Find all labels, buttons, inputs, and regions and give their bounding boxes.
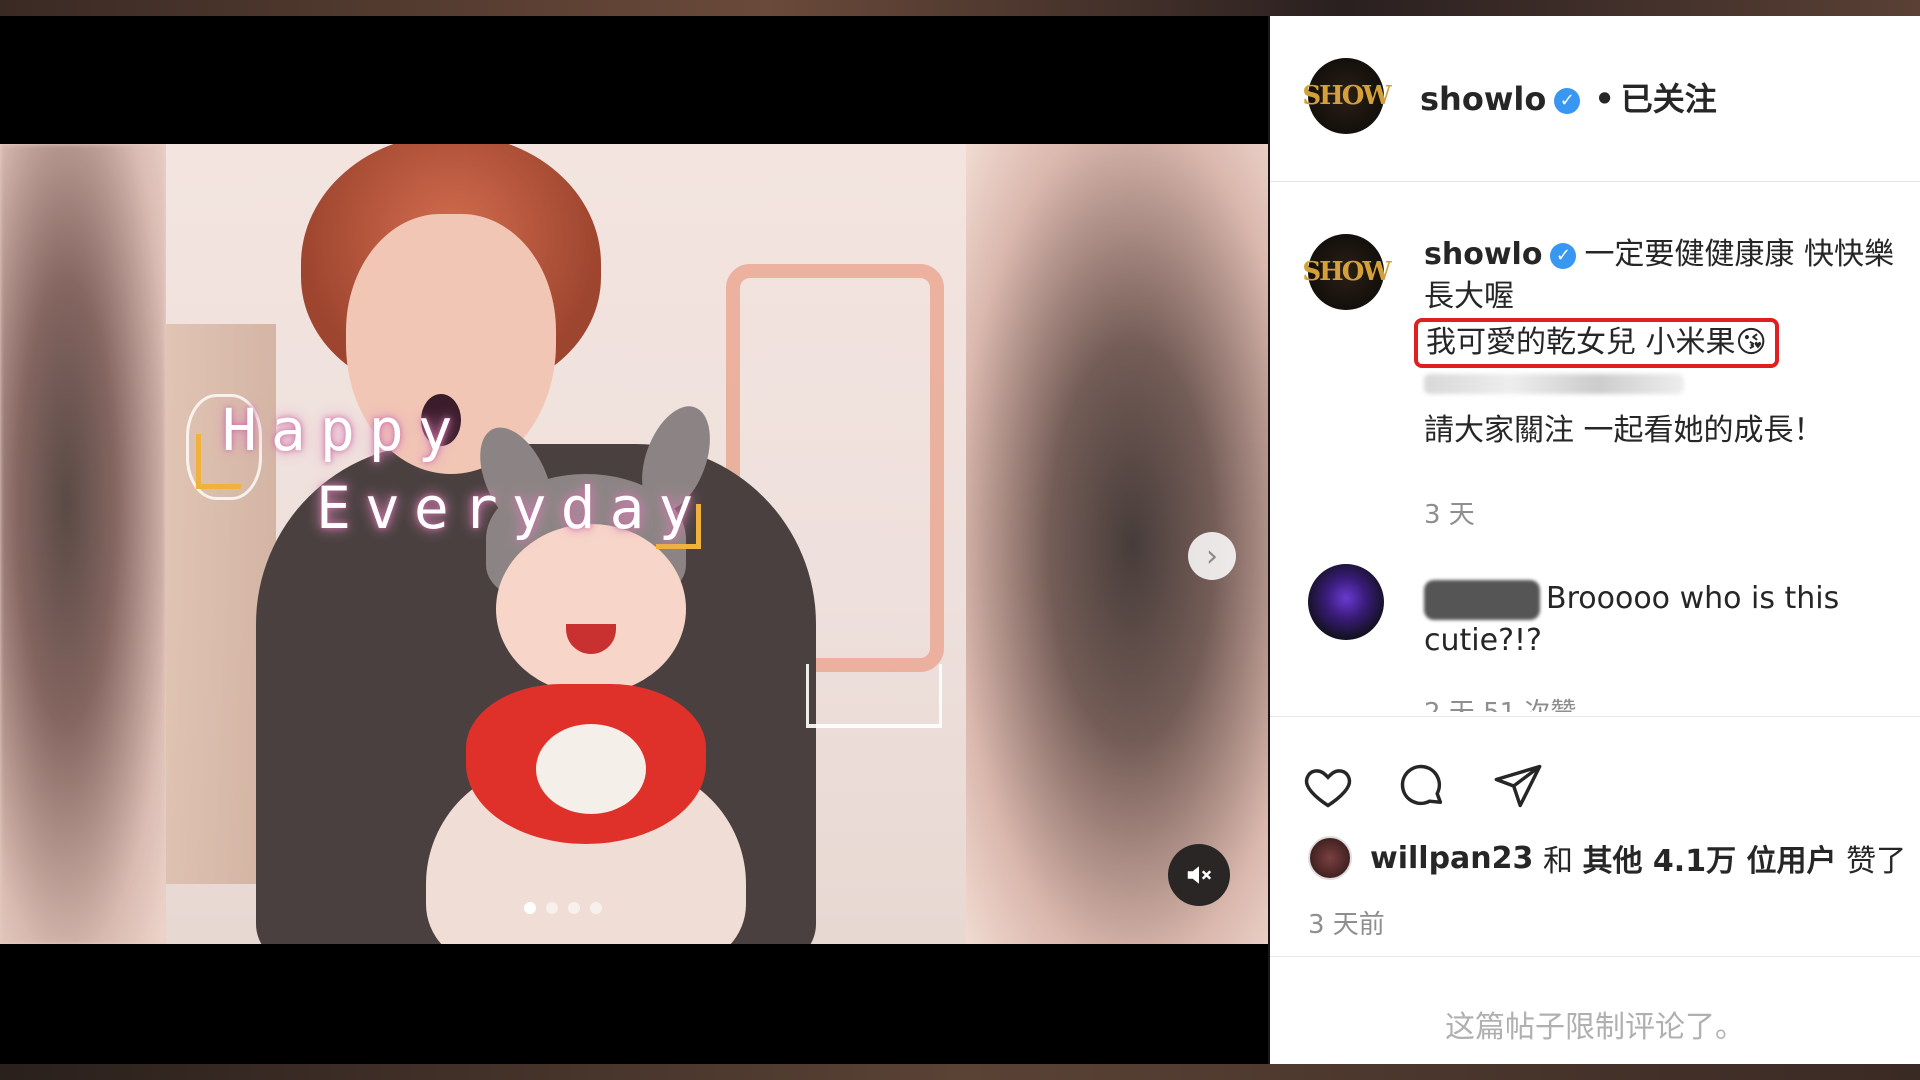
volume-muted-icon bbox=[1187, 866, 1212, 884]
separator-dot: • bbox=[1594, 80, 1615, 118]
chevron-right-icon: › bbox=[1206, 538, 1218, 574]
divider bbox=[1270, 956, 1920, 957]
author-avatar[interactable]: SHOW bbox=[1302, 58, 1392, 134]
carousel-dot[interactable] bbox=[590, 902, 602, 914]
comment-icon bbox=[1400, 764, 1443, 806]
caption-blurred-text bbox=[1424, 374, 1684, 394]
caption-author-avatar[interactable]: SHOW bbox=[1302, 234, 1392, 310]
overlay-text-everyday: Everyday bbox=[316, 474, 708, 542]
comments-restricted-notice: 这篇帖子限制评论了。 bbox=[1445, 1010, 1745, 1045]
mute-button[interactable] bbox=[1168, 844, 1230, 906]
post-side-panel: SHOW showlo ✓ • 已关注 SHOW showlo ✓ 一定要健健康康 快快樂… bbox=[1270, 16, 1920, 1064]
photo-baby-face bbox=[496, 524, 686, 694]
post-timestamp[interactable]: 3 天前 bbox=[1308, 904, 1385, 941]
header-user-line: showlo ✓ • 已关注 bbox=[1420, 74, 1717, 120]
post-caption: showlo ✓ 一定要健健康康 快快樂長大喔 我可愛的乾女兒 小米果😘 請大家關注… bbox=[1414, 234, 1914, 452]
likes-joiner: 和 bbox=[1542, 844, 1573, 879]
caption-username[interactable]: showlo bbox=[1424, 237, 1542, 272]
comment-item: Brooooo who is this cutie?!? bbox=[1424, 578, 1894, 662]
photo-blur-left bbox=[0, 144, 166, 944]
like-button[interactable] bbox=[1298, 756, 1358, 816]
post-photo[interactable]: Happy Everyday bbox=[0, 144, 1268, 944]
verified-badge-icon: ✓ bbox=[1550, 242, 1577, 269]
commenter-avatar[interactable] bbox=[1308, 564, 1384, 640]
divider bbox=[1270, 716, 1920, 717]
likes-summary[interactable]: willpan23 和 其他 4.1万 位用户 赞了 bbox=[1308, 836, 1906, 880]
video-bottom-strip bbox=[0, 1064, 1920, 1080]
caption-time: 3 天 bbox=[1424, 500, 1475, 530]
boat-doodle bbox=[806, 664, 942, 728]
photo-bib-pattern bbox=[536, 724, 646, 814]
share-button[interactable] bbox=[1488, 756, 1548, 816]
send-icon bbox=[1494, 764, 1542, 808]
post-header: SHOW showlo ✓ • 已关注 bbox=[1270, 16, 1920, 182]
video-top-strip bbox=[0, 0, 1920, 16]
post-media[interactable]: Happy Everyday › bbox=[0, 16, 1268, 1064]
liker-avatar[interactable] bbox=[1308, 836, 1352, 880]
carousel-dot[interactable] bbox=[546, 902, 558, 914]
commenter-username-blurred[interactable] bbox=[1424, 579, 1540, 620]
carousel-dot[interactable] bbox=[568, 902, 580, 914]
caption-line3: 請大家關注 一起看她的成長！ bbox=[1424, 413, 1824, 448]
author-username[interactable]: showlo bbox=[1420, 80, 1546, 118]
verified-badge-icon: ✓ bbox=[1554, 88, 1581, 114]
carousel-next-button[interactable]: › bbox=[1188, 532, 1236, 580]
liker-username[interactable]: willpan23 bbox=[1370, 841, 1533, 876]
likes-suffix: 赞了 bbox=[1846, 844, 1907, 879]
comment-button[interactable] bbox=[1392, 756, 1452, 816]
caption-highlight: 我可愛的乾女兒 小米果😘 bbox=[1414, 318, 1779, 368]
photo-center: Happy Everyday bbox=[166, 144, 966, 944]
comment-meta: 2 天 51 次赞 bbox=[1424, 692, 1576, 712]
likes-others[interactable]: 其他 4.1万 位用户 bbox=[1582, 836, 1836, 880]
follow-status[interactable]: 已关注 bbox=[1621, 80, 1717, 118]
overlay-text-happy: Happy bbox=[222, 396, 467, 464]
carousel-dot[interactable] bbox=[524, 902, 536, 914]
carousel-dots bbox=[524, 902, 602, 914]
heart-icon bbox=[1304, 769, 1352, 808]
